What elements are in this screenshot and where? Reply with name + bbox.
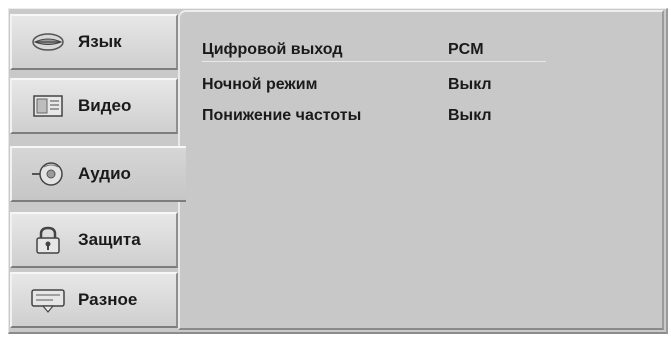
tab-video-label: Видео [78,96,132,115]
setting-name: Понижение частоты [202,107,362,124]
setup-menu-screen: Язык Видео Аудио Защита Разное Цифровой … [0,0,671,341]
message-icon [30,287,66,313]
tab-audio[interactable]: Аудио [10,146,186,202]
setting-row-night-mode[interactable]: Ночной режим Выкл [202,74,546,96]
tab-protection[interactable]: Защита [10,212,178,268]
tab-protection-label: Защита [78,230,141,249]
setting-value: Выкл [448,76,492,93]
setting-row-digital-output[interactable]: Цифровой выход PCM [202,39,546,62]
setting-name: Цифровой выход [202,41,343,58]
lips-icon [30,29,66,55]
setting-row-downsampling[interactable]: Понижение частоты Выкл [202,105,546,127]
video-icon [30,93,66,119]
tab-misc[interactable]: Разное [10,272,178,328]
audio-icon [30,161,66,187]
tab-audio-label: Аудио [78,164,131,183]
setting-name: Ночной режим [202,76,318,93]
setting-value: Выкл [448,107,492,124]
sidebar: Язык Видео Аудио Защита Разное [10,14,186,334]
tab-language-label: Язык [78,32,122,51]
tab-misc-label: Разное [78,290,138,309]
audio-settings-panel: Цифровой выход PCM Ночной режим Выкл Пон… [178,10,664,330]
tab-language[interactable]: Язык [10,14,178,70]
tab-video[interactable]: Видео [10,78,178,134]
lock-icon [30,226,66,254]
setting-value: PCM [448,41,484,58]
